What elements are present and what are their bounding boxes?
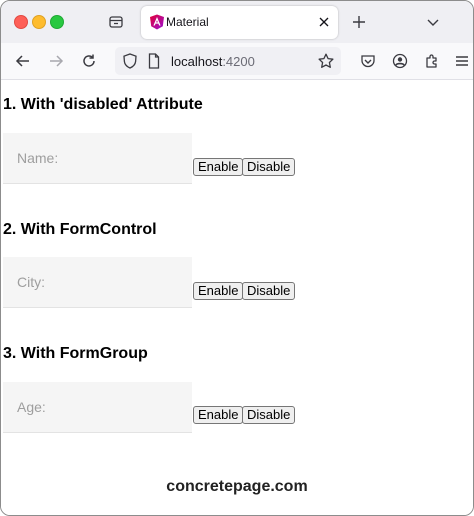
- tab-material[interactable]: Material: [141, 6, 338, 39]
- maximize-window-button[interactable]: [50, 15, 64, 29]
- footer-site-name: concretepage.com: [166, 478, 308, 495]
- angular-logo-icon: [149, 14, 165, 30]
- url-text: localhost:4200: [171, 54, 255, 69]
- browser-window: Material localhost:4200 1. With 'disable…: [0, 0, 474, 516]
- extensions-puzzle-icon[interactable]: [421, 50, 443, 72]
- age-field-label: Age:: [17, 399, 46, 415]
- chevron-down-icon[interactable]: [423, 12, 443, 32]
- close-window-button[interactable]: [14, 15, 28, 29]
- section-heading-formcontrol: 2. With FormControl: [3, 221, 157, 238]
- section-heading-disabled-attribute: 1. With 'disabled' Attribute: [3, 96, 203, 113]
- page-content: 1. With 'disabled' Attribute Name: Enabl…: [1, 80, 473, 515]
- page-info-icon[interactable]: [148, 53, 160, 69]
- minimize-window-button[interactable]: [32, 15, 46, 29]
- city-field-label: City:: [17, 274, 45, 290]
- navigation-bar: localhost:4200: [1, 43, 473, 80]
- disable-age-button[interactable]: Disable: [242, 406, 296, 424]
- url-port: :4200: [222, 54, 255, 69]
- back-arrow-icon[interactable]: [12, 50, 34, 72]
- enable-city-button[interactable]: Enable: [193, 282, 244, 300]
- new-tab-icon[interactable]: [349, 12, 369, 32]
- enable-name-button[interactable]: Enable: [193, 158, 244, 176]
- age-field[interactable]: Age:: [3, 382, 192, 433]
- url-host: localhost: [171, 54, 223, 69]
- name-field[interactable]: Name:: [3, 133, 192, 184]
- hamburger-menu-icon[interactable]: [451, 50, 473, 72]
- disable-name-button[interactable]: Disable: [242, 158, 296, 176]
- tab-title: Material: [166, 15, 209, 29]
- close-tab-icon[interactable]: [317, 15, 331, 29]
- name-field-label: Name:: [17, 150, 59, 166]
- forward-arrow-icon[interactable]: [45, 50, 67, 72]
- shield-icon[interactable]: [123, 53, 137, 69]
- firefox-view-icon[interactable]: [105, 11, 127, 33]
- reload-icon[interactable]: [78, 50, 100, 72]
- section-heading-formgroup: 3. With FormGroup: [3, 345, 148, 362]
- enable-age-button[interactable]: Enable: [193, 406, 244, 424]
- bookmark-star-icon[interactable]: [318, 53, 334, 69]
- tab-strip: Material: [1, 1, 473, 43]
- city-field[interactable]: City:: [3, 257, 192, 308]
- disable-city-button[interactable]: Disable: [242, 282, 296, 300]
- pocket-icon[interactable]: [357, 50, 379, 72]
- account-icon[interactable]: [389, 50, 411, 72]
- url-bar[interactable]: localhost:4200: [115, 47, 341, 75]
